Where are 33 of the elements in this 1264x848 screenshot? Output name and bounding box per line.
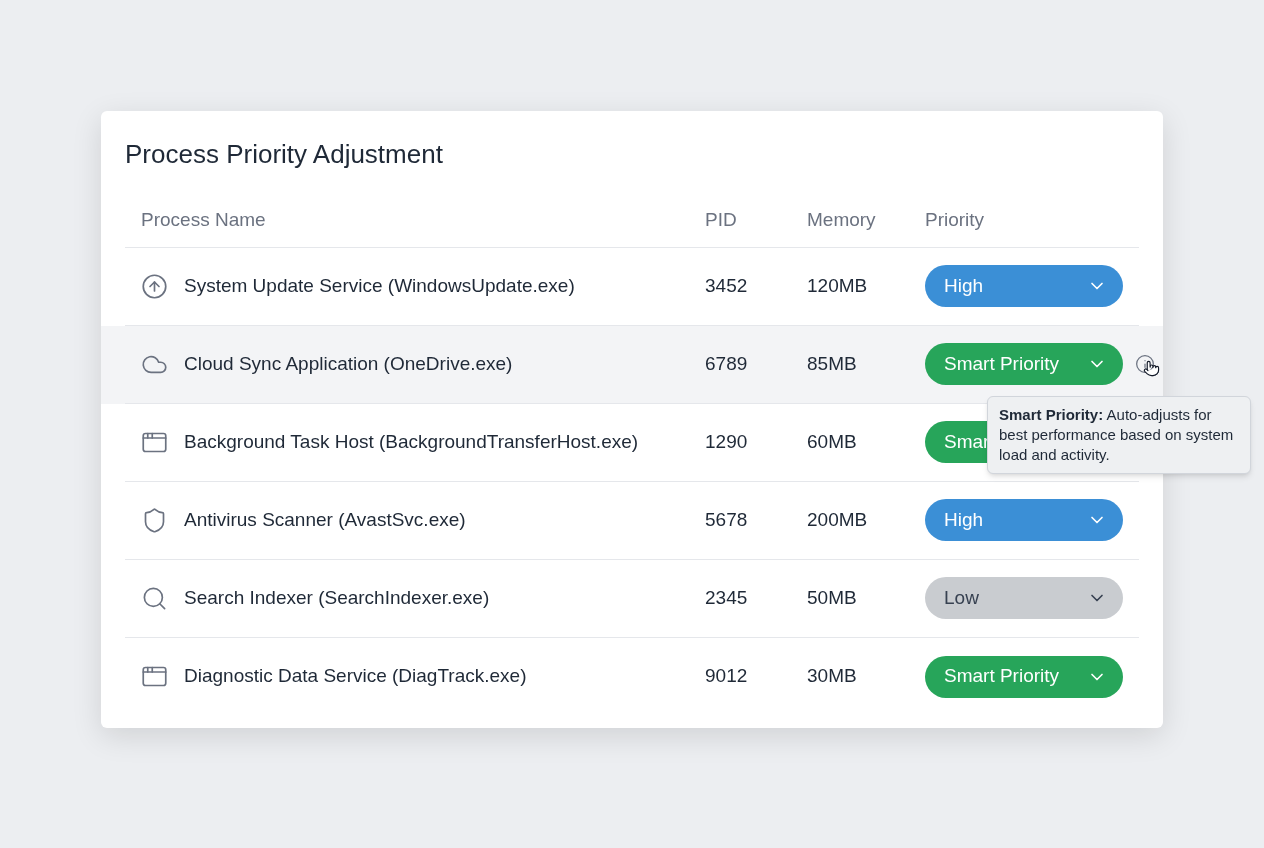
table-row[interactable]: Antivirus Scanner (AvastSvc.exe) 5678 200MB High bbox=[101, 481, 1163, 560]
process-name: Cloud Sync Application (OneDrive.exe) bbox=[184, 351, 513, 376]
process-name: Background Task Host (BackgroundTransferHost.exe) bbox=[184, 429, 639, 454]
process-name: Antivirus Scanner (AvastSvc.exe) bbox=[184, 507, 466, 532]
hand-cursor-icon bbox=[1143, 360, 1160, 377]
memory-cell-text: 120MB bbox=[807, 273, 869, 298]
memory-cell-text: 200MB bbox=[807, 507, 869, 532]
priority-dropdown[interactable]: Low bbox=[925, 577, 1123, 619]
tooltip: Smart Priority: Auto-adjusts for best performance based on system load and activity. bbox=[987, 396, 1251, 474]
process-name: Diagnostic Data Service (DiagTrack.exe) bbox=[184, 664, 527, 689]
column-header: Process Name bbox=[140, 208, 267, 232]
memory-cell-text: 30MB bbox=[807, 664, 858, 689]
pid-cell-text: 6789 bbox=[705, 351, 749, 376]
info-icon[interactable] bbox=[1135, 354, 1155, 374]
pid-cell-text: 2345 bbox=[705, 585, 749, 610]
pid-cell-text: 9012 bbox=[705, 664, 749, 689]
memory-cell-text: 60MB bbox=[807, 429, 858, 454]
memory-cell-text: 85MB bbox=[807, 351, 858, 376]
table-row[interactable]: Diagnostic Data Service (DiagTrack.exe) 9012 30MB Smart Priority bbox=[101, 637, 1163, 716]
panel-title: Process Priority Adjustment bbox=[124, 138, 444, 171]
process-name: System Update Service (WindowsUpdate.exe) bbox=[184, 273, 575, 298]
highlighted-row[interactable]: Cloud Sync Application (OneDrive.exe) 6789 85MB Smart Priority bbox=[101, 325, 1163, 404]
table-row[interactable]: Search Indexer (SearchIndexer.exe) 2345 50MB Low bbox=[101, 559, 1163, 638]
pid-cell-text: 1290 bbox=[705, 429, 749, 454]
up-arrow-circle-icon bbox=[141, 272, 168, 300]
column-header: Priority bbox=[925, 208, 986, 232]
column-header: Memory bbox=[807, 208, 877, 232]
process-name: Search Indexer (SearchIndexer.exe) bbox=[184, 585, 490, 610]
memory-cell-text: 50MB bbox=[807, 585, 858, 610]
column-header: PID bbox=[705, 208, 738, 232]
table-row[interactable]: System Update Service (WindowsUpdate.exe) 3452 120MB High bbox=[101, 247, 1163, 326]
pid-cell-text: 5678 bbox=[705, 507, 749, 532]
pid-cell-text: 3452 bbox=[705, 273, 749, 298]
